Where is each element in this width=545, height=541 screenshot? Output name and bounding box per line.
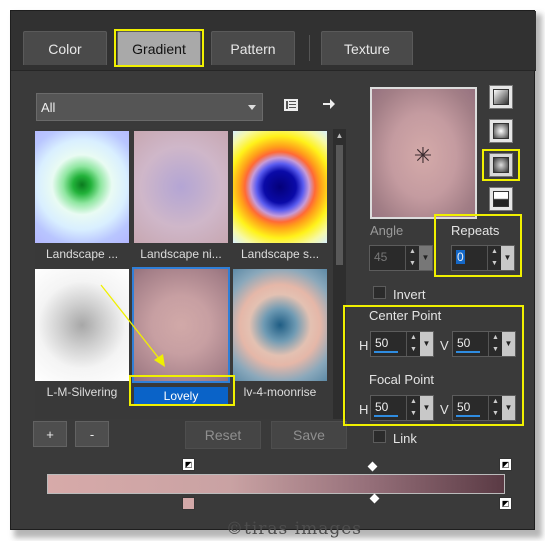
scrollbar-thumb[interactable] (336, 145, 343, 265)
angle-label: Angle (370, 223, 404, 238)
category-selected: All (41, 99, 56, 115)
link-checkbox[interactable] (373, 430, 386, 443)
scroll-up-icon[interactable]: ▲ (335, 131, 344, 140)
gradient-gallery: Landscape ... Landscape ni... Landscape … (35, 129, 346, 419)
folder-icon[interactable] (281, 95, 301, 115)
spin-arrows-icon[interactable]: ▲ ▼ (488, 396, 502, 420)
repeats-value[interactable]: 0 (456, 250, 465, 264)
watermark: ©tiras images (226, 519, 363, 539)
pointer-arrow (100, 284, 165, 367)
tab-divider (309, 35, 310, 61)
spin-arrows-icon[interactable]: ▲ ▼ (406, 396, 420, 420)
gallery-item-label: Lovely (134, 387, 228, 406)
category-dropdown[interactable]: All (36, 93, 263, 121)
repeats-spinbox[interactable]: 0 ▲ ▼ ▼ (451, 245, 515, 271)
focal-v-label: V (440, 402, 449, 417)
center-h-level (374, 351, 398, 353)
gradient-editor-bar[interactable] (47, 474, 505, 494)
gallery-item-landscape-1[interactable]: Landscape ... (35, 131, 129, 261)
radial-style-icon[interactable] (489, 187, 513, 211)
midpoint-diamond-top[interactable] (367, 461, 378, 472)
center-v-level (456, 351, 480, 353)
tab-pattern[interactable]: Pattern (211, 31, 295, 65)
linear-style-icon[interactable] (489, 85, 513, 109)
chevron-down-icon[interactable]: ▼ (420, 332, 433, 356)
gallery-item-label: lv-4-moonrise (243, 385, 317, 399)
rectangular-style-icon[interactable] (489, 119, 513, 143)
center-h-spinbox[interactable]: 50 ▲ ▼ ▼ (370, 331, 434, 357)
gradient-preview[interactable]: ✳ (370, 87, 477, 219)
angle-spinbox: 45 ▲ ▼ ▼ (369, 245, 433, 271)
link-label: Link (393, 431, 417, 446)
midpoint-diamond-bottom[interactable] (369, 493, 380, 504)
gallery-item-label: Landscape ... (45, 247, 119, 261)
gallery-scrollbar[interactable]: ▲ (333, 129, 346, 419)
center-v-label: V (440, 338, 449, 353)
invert-label: Invert (393, 287, 426, 302)
focal-point-title: Focal Point (369, 372, 435, 387)
spin-arrows-icon: ▲ ▼ (405, 246, 419, 270)
save-button[interactable]: Save (271, 421, 347, 449)
invert-checkbox[interactable] (373, 286, 386, 299)
chevron-down-icon[interactable]: ▼ (420, 396, 433, 420)
center-v-spinbox[interactable]: 50 ▲ ▼ ▼ (452, 331, 516, 357)
center-h-label: H (359, 338, 369, 353)
focal-v-spinbox[interactable]: 50 ▲ ▼ ▼ (452, 395, 516, 421)
spin-arrows-icon[interactable]: ▲ ▼ (488, 332, 502, 356)
arrow-right-icon[interactable] (319, 94, 339, 114)
gallery-item-label: L-M-Silvering (46, 385, 118, 399)
tab-bar: Color Gradient Pattern Texture (11, 11, 536, 71)
remove-stop-button[interactable]: - (75, 421, 109, 447)
focal-v-level (456, 415, 480, 417)
gallery-item-label: Landscape s... (240, 247, 320, 261)
gradient-thumbnail (233, 269, 327, 381)
gallery-item-moonrise[interactable]: lv-4-moonrise (233, 269, 327, 399)
spin-arrows-icon[interactable]: ▲ ▼ (406, 332, 420, 356)
focal-h-spinbox[interactable]: 50 ▲ ▼ ▼ (370, 395, 434, 421)
focal-h-value[interactable]: 50 (375, 400, 388, 414)
gradient-thumbnail (233, 131, 327, 243)
center-crosshair-icon: ✳ (413, 143, 433, 168)
gradient-thumbnail (134, 131, 228, 243)
color-stop-bottom[interactable]: ◩ (499, 497, 512, 510)
chevron-down-icon: ▼ (419, 246, 432, 270)
center-point-title: Center Point (369, 308, 442, 323)
chevron-down-icon[interactable]: ▼ (502, 396, 515, 420)
focal-h-label: H (359, 402, 369, 417)
angle-value: 45 (374, 250, 388, 264)
sunburst-style-icon[interactable] (489, 153, 513, 177)
reset-button[interactable]: Reset (185, 421, 261, 449)
chevron-down-icon (248, 105, 256, 110)
gradient-dialog: Color Gradient Pattern Texture All Lands… (10, 10, 536, 539)
gradient-thumbnail (35, 131, 129, 243)
color-stop-top[interactable]: ◩ (182, 458, 195, 471)
focal-v-value[interactable]: 50 (457, 400, 470, 414)
focal-h-level (374, 415, 398, 417)
add-stop-button[interactable]: + (33, 421, 67, 447)
gallery-item-label: Landscape ni... (140, 247, 222, 261)
chevron-down-icon[interactable]: ▼ (502, 332, 515, 356)
tab-gradient[interactable]: Gradient (117, 31, 201, 65)
center-h-value[interactable]: 50 (375, 336, 388, 350)
tab-color[interactable]: Color (23, 31, 107, 65)
chevron-down-icon[interactable]: ▼ (501, 246, 514, 270)
repeats-label: Repeats (451, 223, 500, 238)
gallery-item-landscape-3[interactable]: Landscape s... (233, 131, 327, 261)
spin-arrows-icon[interactable]: ▲ ▼ (487, 246, 501, 270)
color-stop-top[interactable]: ◩ (499, 458, 512, 471)
color-stop-bottom[interactable] (182, 497, 195, 510)
gallery-item-landscape-2[interactable]: Landscape ni... (134, 131, 228, 261)
tab-texture[interactable]: Texture (321, 31, 413, 65)
center-v-value[interactable]: 50 (457, 336, 470, 350)
